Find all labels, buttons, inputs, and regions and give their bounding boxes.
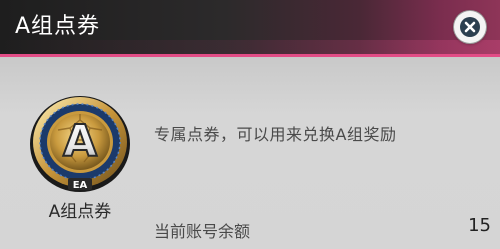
balance-label: 当前账号余额	[154, 222, 251, 241]
dialog-header: A组点券	[0, 0, 500, 57]
coupon-dialog: A组点券 A EA A组点券 专属点券，可以用来兑换A组奖励 当前账号余额 15	[0, 0, 500, 249]
close-button[interactable]	[454, 11, 486, 43]
coin-letter: A	[63, 116, 97, 167]
coin-brand: EA	[73, 180, 88, 191]
coupon-coin-icon: A EA	[28, 90, 132, 194]
coupon-description: 专属点券，可以用来兑换A组奖励	[154, 125, 397, 144]
close-icon	[460, 17, 480, 37]
balance-value: 15	[468, 215, 491, 236]
coin-label: A组点券	[48, 202, 112, 222]
dialog-title: A组点券	[15, 14, 101, 39]
dialog-body: A EA A组点券 专属点券，可以用来兑换A组奖励 当前账号余额 15	[0, 57, 500, 249]
